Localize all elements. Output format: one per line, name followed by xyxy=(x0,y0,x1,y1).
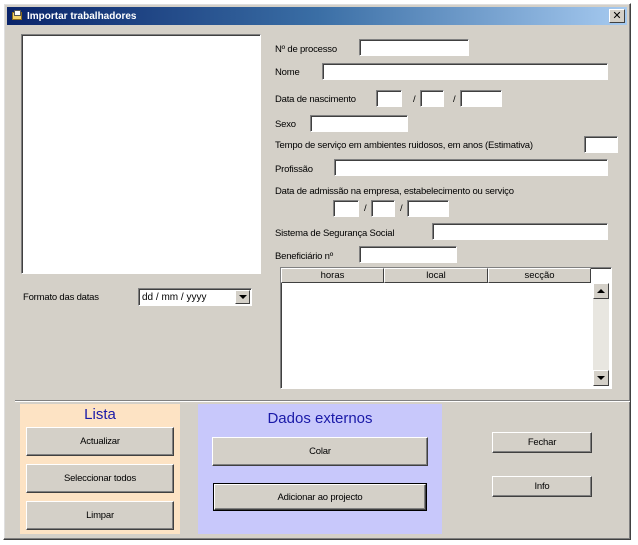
info-button[interactable]: Info xyxy=(492,476,592,497)
admissao-month-field[interactable] xyxy=(371,200,395,217)
lista-title: Lista xyxy=(84,406,116,423)
column-header-horas[interactable]: horas xyxy=(281,268,384,283)
processo-field[interactable] xyxy=(359,39,469,56)
limpar-button[interactable]: Limpar xyxy=(26,501,174,530)
sexo-label: Sexo xyxy=(275,119,296,130)
date-format-value: dd / mm / yyyy xyxy=(142,291,207,303)
profissao-field[interactable] xyxy=(334,159,608,176)
nome-field[interactable] xyxy=(322,63,608,80)
nascimento-day-field[interactable] xyxy=(376,90,402,107)
seleccionar-todos-button[interactable]: Seleccionar todos xyxy=(26,464,174,493)
date-format-select[interactable]: dd / mm / yyyy xyxy=(138,288,252,306)
column-header-seccao[interactable]: secção xyxy=(488,268,591,283)
folder-icon xyxy=(11,10,23,22)
fechar-button[interactable]: Fechar xyxy=(492,432,592,453)
profissao-label: Profissão xyxy=(275,164,313,175)
grid-scrollbar[interactable] xyxy=(593,283,609,386)
date-separator: / xyxy=(453,94,456,105)
sexo-field[interactable] xyxy=(310,115,408,132)
seguranca-label: Sistema de Segurança Social xyxy=(275,228,395,239)
admissao-day-field[interactable] xyxy=(333,200,359,217)
actualizar-button[interactable]: Actualizar xyxy=(26,427,174,456)
grid-header: horas local secção xyxy=(281,268,591,283)
nome-label: Nome xyxy=(275,67,300,78)
lista-panel: Lista Actualizar Seleccionar todos Limpa… xyxy=(20,404,180,534)
date-separator: / xyxy=(400,203,403,214)
workers-list[interactable] xyxy=(21,34,261,274)
tempo-field[interactable] xyxy=(584,136,618,153)
date-format-label: Formato das datas xyxy=(23,292,99,303)
import-dialog: Importar trabalhadores ✕ Formato das dat… xyxy=(3,3,631,540)
admissao-year-field[interactable] xyxy=(407,200,449,217)
nascimento-label: Data de nascimento xyxy=(275,94,356,105)
processo-label: Nº de processo xyxy=(275,44,337,55)
schedule-grid[interactable]: horas local secção xyxy=(280,267,612,389)
adicionar-projecto-button[interactable]: Adicionar ao projecto xyxy=(213,483,427,511)
chevron-down-icon[interactable] xyxy=(235,290,250,304)
beneficiario-field[interactable] xyxy=(359,246,457,263)
nascimento-month-field[interactable] xyxy=(420,90,444,107)
admissao-label: Data de admissão na empresa, estabelecim… xyxy=(275,186,514,197)
colar-button[interactable]: Colar xyxy=(212,437,428,466)
nascimento-year-field[interactable] xyxy=(460,90,502,107)
close-icon[interactable]: ✕ xyxy=(609,9,625,23)
tempo-label: Tempo de serviço em ambientes ruidosos, … xyxy=(275,140,533,151)
arrow-up-icon[interactable] xyxy=(593,283,609,299)
seguranca-field[interactable] xyxy=(432,223,608,240)
date-separator: / xyxy=(364,203,367,214)
dados-externos-panel: Dados externos Colar Adicionar ao projec… xyxy=(198,404,442,534)
column-header-local[interactable]: local xyxy=(384,268,488,283)
date-separator: / xyxy=(413,94,416,105)
dados-externos-title: Dados externos xyxy=(267,410,373,427)
title-bar[interactable]: Importar trabalhadores ✕ xyxy=(7,7,627,25)
beneficiario-label: Beneficiário nº xyxy=(275,251,334,262)
window-title: Importar trabalhadores xyxy=(27,10,137,22)
arrow-down-icon[interactable] xyxy=(593,370,609,386)
separator xyxy=(15,400,630,402)
